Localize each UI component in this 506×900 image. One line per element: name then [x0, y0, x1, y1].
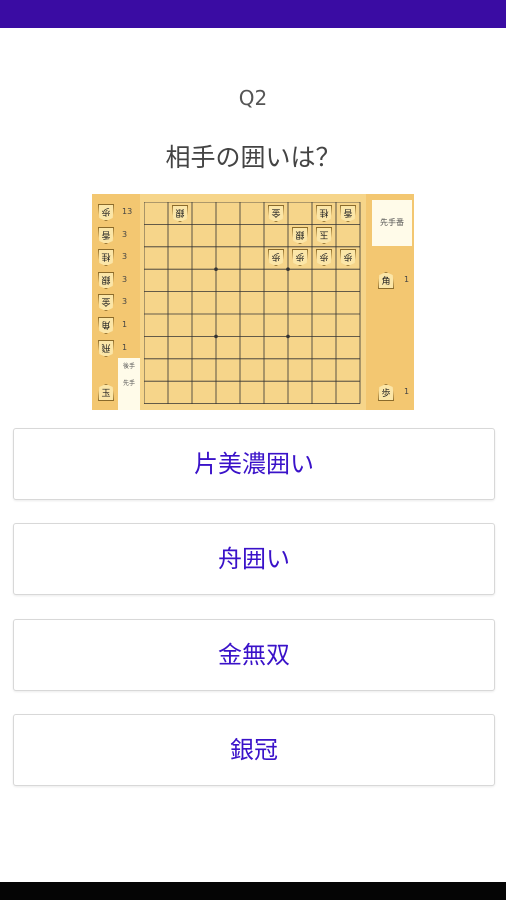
kifu-label-gote: 後手 [122, 363, 135, 370]
board-piece: 金 [268, 205, 284, 222]
board-piece: 銀 [292, 227, 308, 244]
answer-button-2[interactable]: 舟囲い [13, 523, 495, 595]
question-text: 相手の囲いは？ [165, 143, 341, 172]
hand-count: 3 [122, 274, 128, 284]
hand-piece: 歩 [98, 204, 114, 221]
hand-piece: 香 [98, 227, 114, 244]
hand-piece: 銀 [98, 272, 114, 289]
kifu-box: 後手 先手 [118, 358, 140, 410]
question-number: Q2 [238, 86, 268, 110]
kifu-label-sente: 先手 [122, 380, 135, 387]
hand-piece: 歩 [378, 384, 394, 401]
answer-button-1[interactable]: 片美濃囲い [13, 428, 495, 500]
hand-piece: 角 [378, 272, 394, 289]
star-point [286, 267, 290, 271]
board-piece: 玉 [316, 227, 332, 244]
hand-piece: 桂 [98, 249, 114, 266]
shogi-board: 銀金桂香銀玉歩歩歩歩 [140, 194, 366, 410]
hand-count: 3 [122, 229, 128, 239]
board-piece: 銀 [172, 205, 188, 222]
hand-count: 1 [404, 387, 410, 396]
board-piece: 桂 [316, 205, 332, 222]
hand-count: 3 [122, 252, 128, 262]
star-point [286, 334, 290, 339]
opponent-king-piece: 玉 [98, 384, 114, 401]
hand-piece: 金 [98, 294, 114, 311]
navigation-bar [0, 882, 506, 900]
status-bar [0, 0, 506, 28]
hand-count: 13 [122, 207, 133, 216]
hand-piece: 飛 [98, 340, 114, 357]
hand-piece: 角 [98, 317, 114, 334]
star-point [214, 267, 218, 271]
hand-count: 3 [122, 297, 128, 307]
star-point [214, 334, 218, 339]
board-piece: 香 [340, 205, 356, 222]
hand-count: 1 [404, 275, 410, 284]
answer-button-3[interactable]: 金無双 [13, 619, 495, 691]
hand-count: 1 [122, 320, 128, 329]
turn-indicator: 先手番 [372, 200, 412, 246]
hand-count: 1 [122, 342, 128, 352]
answer-button-4[interactable]: 銀冠 [13, 714, 495, 786]
